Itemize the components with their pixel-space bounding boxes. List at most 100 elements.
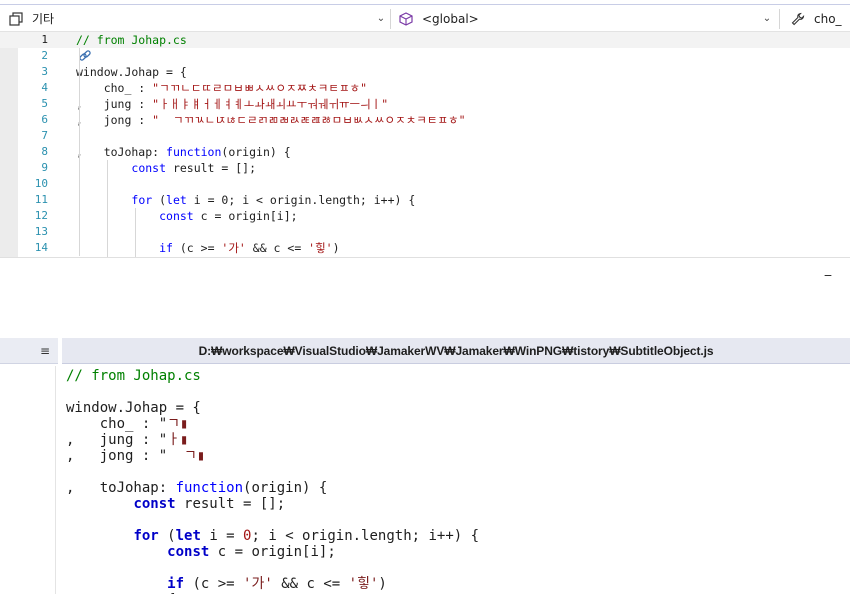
code-token: // from Johap.cs [76, 33, 187, 47]
code-token: ( [152, 193, 167, 207]
code-token: ▮ [180, 432, 189, 448]
code-token: if [159, 241, 173, 255]
line-number: 14 [34, 241, 48, 254]
window-splitter[interactable]: _ [0, 257, 850, 289]
code-token: if [167, 576, 185, 592]
code-token: (origin) { [243, 480, 328, 496]
viewer-line: , toJohap: function(origin) { [66, 480, 327, 496]
viewer-line: , jong : " ㄱ▮ [66, 448, 205, 464]
navbar-divider [779, 9, 780, 29]
line-code: , jong : " ㄱㄲㄳㄴㄵㄶㄷㄹㄺㄻㄼㄽㄾㄿㅀㅁㅂㅄㅅㅆㅇㅈㅊㅋㅌㅍㅎ" [76, 112, 466, 128]
code-token: ) [378, 576, 387, 592]
code-token: cho_ : [76, 81, 153, 95]
code-token: for [131, 193, 153, 207]
scope-dropdown[interactable]: <global> ⌄ [398, 5, 774, 32]
code-line[interactable]: 9 const result = []; [0, 160, 850, 176]
code-token: result = []; [166, 161, 257, 175]
code-token: '힣' [348, 576, 379, 592]
code-token: c = origin[i]; [209, 544, 336, 560]
code-token: c = origin[i]; [193, 209, 298, 223]
code-token: window.Johap = { [76, 65, 187, 79]
code-token: && c <= [272, 576, 349, 592]
line-code: if (c >= '가' && c <= '힣') [76, 240, 339, 256]
file-path-label: D:₩workspace₩VisualStudio₩JamakerWV₩Jama… [62, 338, 850, 364]
line-number: 6 [41, 113, 48, 126]
code-token: i = 0; i < origin.length; i++) { [186, 193, 416, 207]
line-code: const c = origin[i]; [76, 208, 298, 224]
project-icon [8, 11, 24, 27]
viewer-line: , jung : "ㅏ▮ [66, 432, 188, 448]
code-line[interactable]: 1 // from Johap.cs [0, 32, 850, 48]
viewer-line: const c = origin[i]; [66, 544, 336, 560]
line-number: 10 [34, 177, 48, 190]
code-line[interactable]: 8 , toJohap: function(origin) { [0, 144, 850, 160]
line-number: 12 [34, 209, 48, 222]
line-number: 13 [34, 225, 48, 238]
code-token: ㄱ [167, 416, 181, 432]
code-line[interactable]: 7 [0, 128, 850, 144]
line-number: 8 [41, 145, 48, 158]
code-token: ▮ [180, 416, 189, 432]
link-icon[interactable] [78, 49, 92, 63]
code-token: '가' [221, 241, 246, 255]
wrench-icon [790, 11, 806, 27]
indent-guide [135, 208, 136, 257]
indent-guide [79, 48, 80, 256]
hamburger-menu-icon[interactable]: ≡ [0, 338, 58, 364]
viewer-gutter [0, 366, 56, 594]
file-path-header: ≡ D:₩workspace₩VisualStudio₩JamakerWV₩Ja… [0, 338, 850, 366]
line-code: const result = []; [76, 160, 256, 176]
minimize-button[interactable]: _ [820, 263, 836, 280]
line-code: for (let i = 0; i < origin.length; i++) … [76, 192, 415, 208]
code-token: function [175, 480, 244, 496]
indent-guide [107, 160, 108, 257]
viewer-line: const result = []; [66, 496, 285, 512]
code-token: let [166, 193, 187, 207]
code-token: cho_ : " [66, 416, 168, 432]
member-label: cho_ [814, 11, 842, 26]
code-line[interactable]: 5 , jung : "ㅏㅐㅑㅒㅓㅔㅕㅖㅗㅘㅙㅚㅛㅜㅝㅞㅟㅠㅡㅢㅣ" [0, 96, 850, 112]
code-token: let [175, 528, 201, 544]
code-token: ▮ [196, 448, 206, 464]
code-line[interactable]: 12 const c = origin[i]; [0, 208, 850, 224]
viewer-line: for (let i = 0; i < origin.length; i++) … [66, 528, 479, 544]
empty-area [0, 290, 850, 338]
code-viewer-bottom[interactable]: // from Johap.cs window.Johap = { cho_ : … [0, 366, 850, 594]
member-dropdown[interactable]: cho_ [790, 5, 850, 32]
code-line[interactable]: 6 , jong : " ㄱㄲㄳㄴㄵㄶㄷㄹㄺㄻㄼㄽㄾㄿㅀㅁㅂㅄㅅㅆㅇㅈㅊㅋㅌㅍㅎ" [0, 112, 850, 128]
code-token: ㄱ [184, 448, 197, 464]
line-code: // from Johap.cs [76, 32, 187, 48]
code-token: , jung : [76, 97, 153, 111]
line-code: , toJohap: function(origin) { [76, 144, 291, 160]
code-token: '힣' [308, 241, 333, 255]
scope-icon [398, 11, 414, 27]
code-token: , jong : [76, 113, 153, 127]
code-line[interactable]: 2 [0, 48, 850, 64]
line-code: cho_ : "ㄱㄲㄴㄷㄸㄹㅁㅂㅃㅅㅆㅇㅈㅉㅊㅋㅌㅍㅎ" [76, 80, 367, 96]
code-token: const [133, 496, 176, 512]
code-line[interactable]: 3 window.Johap = { [0, 64, 850, 80]
code-token: " ㄱㄲㄳㄴㄵㄶㄷㄹㄺㄻㄼㄽㄾㄿㅀㅁㅂㅄㅅㅆㅇㅈㅊㅋㅌㅍㅎ" [152, 113, 466, 127]
code-token: , jong : " [66, 448, 185, 464]
code-editor-top[interactable]: 기타 ⌄ <global> ⌄ cho_ 1 // from Johap.cs 2 3… [0, 0, 850, 257]
code-token: , jung : " [66, 432, 168, 448]
code-line[interactable]: 4 cho_ : "ㄱㄲㄴㄷㄸㄹㅁㅂㅃㅅㅆㅇㅈㅉㅊㅋㅌㅍㅎ" [0, 80, 850, 96]
code-line[interactable]: 10 [0, 176, 850, 192]
project-dropdown[interactable]: 기타 ⌄ [8, 5, 388, 32]
code-token: ; i < origin.length; i++) { [251, 528, 480, 544]
code-token: "ㄱㄲㄴㄷㄸㄹㅁㅂㅃㅅㅆㅇㅈㅉㅊㅋㅌㅍㅎ" [152, 81, 368, 95]
code-line[interactable]: 13 [0, 224, 850, 240]
code-token: (origin) { [221, 145, 291, 159]
code-line[interactable]: 11 for (let i = 0; i < origin.length; i+… [0, 192, 850, 208]
code-area-top[interactable]: 1// from Johap.cs 2 3 window.Johap = {4 cho… [0, 32, 850, 257]
navigation-bar: 기타 ⌄ <global> ⌄ cho_ [0, 4, 850, 32]
code-token: ( [158, 528, 176, 544]
project-label: 기타 [32, 12, 55, 26]
code-line[interactable]: 14 if (c >= '가' && c <= '힣') [0, 240, 850, 256]
